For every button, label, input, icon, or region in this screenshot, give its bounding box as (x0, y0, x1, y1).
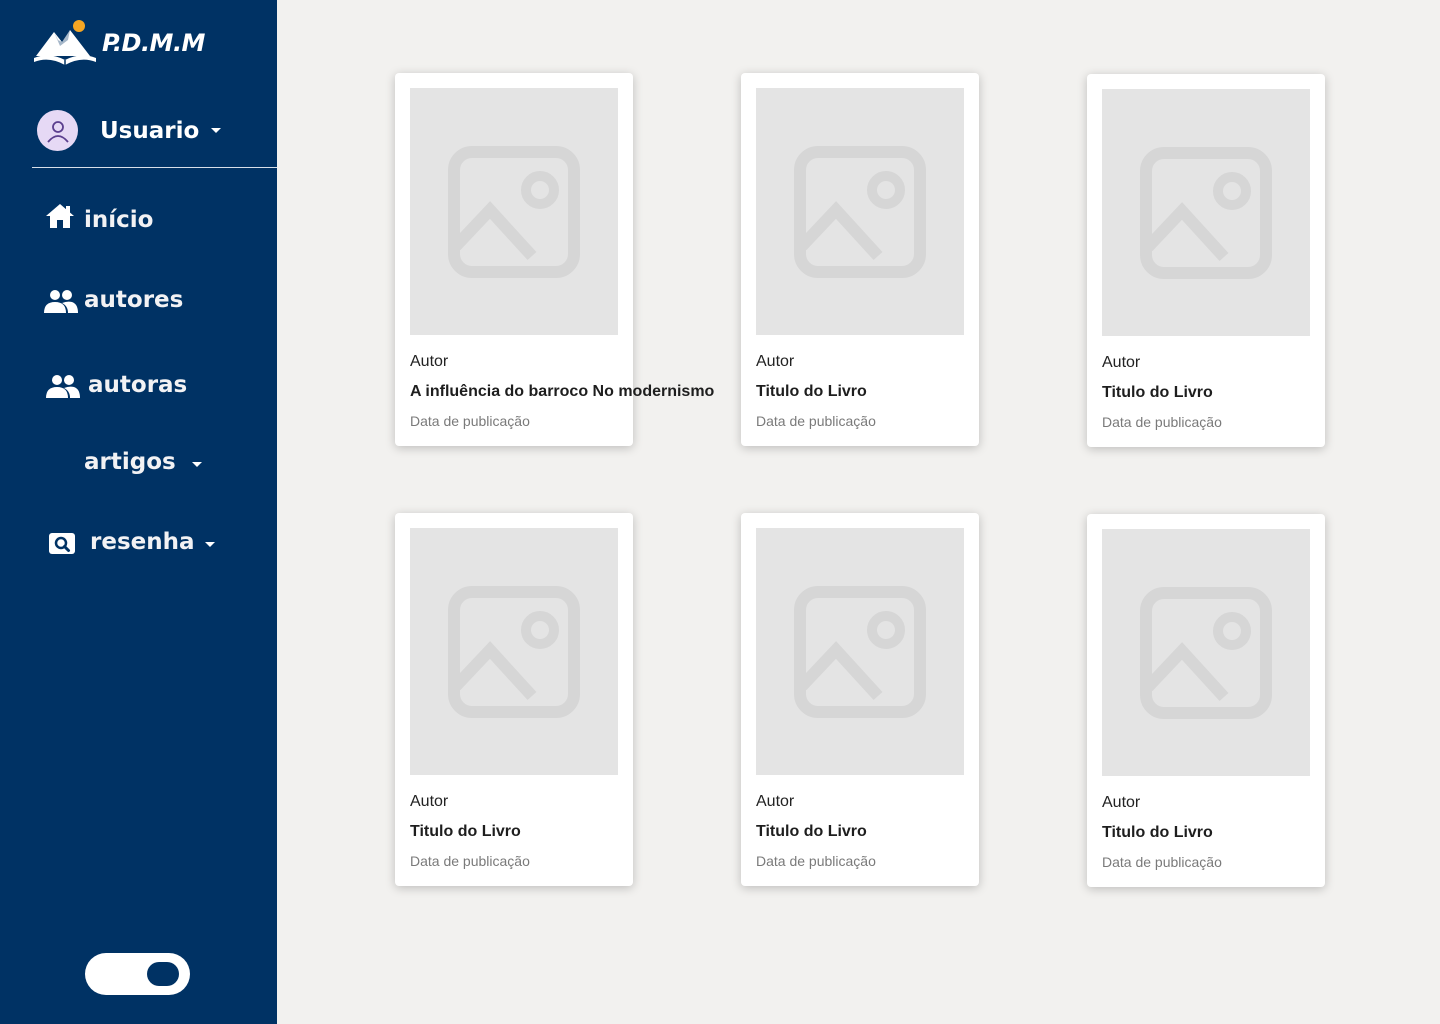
sidebar-item-label: início (84, 207, 154, 233)
image-placeholder-icon (448, 145, 580, 278)
book-title: Titulo do Livro (756, 383, 867, 400)
book-cover-placeholder (756, 88, 964, 335)
book-date: Data de publicação (756, 413, 876, 429)
people-icon (44, 286, 78, 314)
book-title: Titulo do Livro (1102, 824, 1213, 841)
search-book-icon (48, 529, 76, 555)
book-author: Autor (1102, 354, 1141, 371)
sidebar-item-autores[interactable]: autores (44, 286, 183, 314)
avatar (37, 110, 78, 151)
image-placeholder-icon (794, 585, 926, 718)
book-card[interactable]: Autor Titulo do Livro Data de publicação (741, 73, 979, 446)
book-mountain-logo-icon (34, 20, 96, 65)
book-title: A influência do barroco No modernismo (410, 383, 715, 400)
sidebar-item-label: artigos (84, 449, 176, 475)
sidebar-item-autoras[interactable]: autoras (46, 371, 187, 399)
book-author: Autor (1102, 794, 1141, 811)
image-placeholder-icon (1140, 146, 1272, 279)
book-date: Data de publicação (756, 853, 876, 869)
book-card[interactable]: Autor Titulo do Livro Data de publicação (1087, 74, 1325, 447)
book-author: Autor (410, 793, 449, 810)
image-placeholder-icon (794, 145, 926, 278)
chevron-down-icon (204, 541, 215, 547)
sidebar-item-label: autores (84, 287, 184, 313)
book-title: Titulo do Livro (410, 823, 521, 840)
chevron-down-icon (191, 461, 202, 467)
chevron-down-icon (211, 128, 222, 133)
sidebar-item-inicio[interactable]: início (44, 199, 153, 233)
user-menu[interactable]: Usuario (37, 110, 222, 151)
brand-name: P.D.M.M (102, 29, 205, 57)
brand-logo[interactable]: P.D.M.M (32, 18, 205, 68)
sidebar-item-label: autoras (88, 372, 188, 398)
book-card[interactable]: Autor Titulo do Livro Data de publicação (395, 513, 633, 886)
book-author: Autor (410, 353, 449, 370)
book-date: Data de publicação (1102, 854, 1222, 870)
sidebar-item-label: resenha (90, 529, 195, 555)
sidebar-divider (32, 167, 277, 168)
image-placeholder-icon (448, 585, 580, 718)
sidebar: P.D.M.M Usuario início autores autoras a… (0, 0, 277, 1024)
book-card[interactable]: Autor A influência do barroco No moderni… (395, 73, 714, 446)
book-cover-placeholder (1102, 89, 1310, 336)
book-cover-placeholder (410, 88, 618, 335)
sidebar-item-resenha[interactable]: resenha (48, 529, 215, 555)
book-card[interactable]: Autor Titulo do Livro Data de publicação (1087, 514, 1325, 887)
toggle-knob (147, 962, 179, 986)
book-date: Data de publicação (410, 413, 530, 429)
user-icon (46, 120, 69, 143)
home-icon (44, 202, 76, 230)
image-placeholder-icon (1140, 586, 1272, 719)
book-cover-placeholder (1102, 529, 1310, 776)
book-cover-placeholder (756, 528, 964, 775)
book-title: Titulo do Livro (1102, 384, 1213, 401)
sidebar-item-artigos[interactable]: artigos (84, 449, 202, 475)
people-icon (46, 371, 80, 399)
book-card[interactable]: Autor Titulo do Livro Data de publicação (741, 513, 979, 886)
book-date: Data de publicação (1102, 414, 1222, 430)
user-name: Usuario (100, 117, 200, 144)
theme-toggle[interactable] (85, 953, 190, 995)
book-title: Titulo do Livro (756, 823, 867, 840)
book-author: Autor (756, 793, 795, 810)
book-date: Data de publicação (410, 853, 530, 869)
book-cover-placeholder (410, 528, 618, 775)
book-author: Autor (756, 353, 795, 370)
